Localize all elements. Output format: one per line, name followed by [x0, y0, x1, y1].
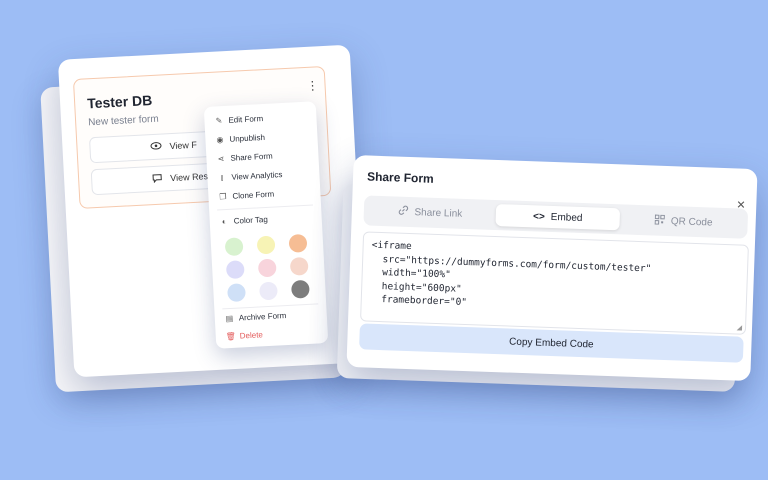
- menu-item-label: View Analytics: [231, 170, 283, 182]
- palette-icon: ◐: [221, 217, 227, 227]
- form-title: Tester DB: [86, 91, 153, 112]
- embed-code: <iframe src="https://dummyforms.com/form…: [369, 239, 652, 309]
- edit-icon: ✎: [215, 116, 223, 126]
- menu-item-label: Edit Form: [228, 114, 264, 125]
- message-icon: [152, 173, 163, 185]
- color-swatch[interactable]: [289, 256, 309, 276]
- menu-item-view-analytics[interactable]: ⫾ View Analytics: [217, 170, 282, 182]
- resize-handle-icon[interactable]: ◢: [737, 323, 743, 331]
- menu-item-label: Unpublish: [229, 132, 266, 144]
- menu-divider: [222, 303, 319, 310]
- menu-divider: [217, 204, 314, 211]
- share-tabs: Share Link <> Embed QR Code: [363, 195, 749, 239]
- code-icon: <>: [532, 210, 545, 223]
- menu-item-label: Share Form: [230, 151, 273, 163]
- menu-item-edit-form[interactable]: ✎ Edit Form: [214, 114, 263, 126]
- color-swatch[interactable]: [258, 281, 278, 301]
- color-swatch[interactable]: [290, 279, 310, 299]
- copy-icon: ❐: [219, 192, 227, 202]
- menu-item-label: Archive Form: [238, 311, 287, 323]
- menu-item-label: Clone Form: [232, 189, 275, 201]
- tab-share-link[interactable]: Share Link: [370, 200, 491, 226]
- menu-item-archive-form[interactable]: ▤ Archive Form: [225, 311, 287, 324]
- embed-code-textarea[interactable]: <iframe src="https://dummyforms.com/form…: [360, 231, 749, 335]
- link-icon: [397, 205, 408, 219]
- menu-item-clone-form[interactable]: ❐ Clone Form: [218, 190, 274, 202]
- tab-label: Embed: [550, 211, 583, 224]
- menu-item-share-form[interactable]: ⋖ Share Form: [216, 151, 273, 164]
- color-swatch[interactable]: [257, 258, 277, 278]
- color-tag-label: Color Tag: [233, 214, 269, 226]
- tab-label: QR Code: [670, 215, 713, 229]
- view-form-label: View F: [169, 139, 198, 152]
- menu-item-color-tag: ◐ Color Tag: [220, 215, 268, 227]
- modal-title: Share Form: [366, 169, 434, 186]
- color-swatch[interactable]: [227, 283, 246, 303]
- menu-item-delete[interactable]: 🗑 Delete: [226, 330, 264, 341]
- color-swatch[interactable]: [288, 233, 308, 253]
- menu-item-unpublish[interactable]: ◉ Unpublish: [215, 133, 265, 145]
- view-responses-label: View Res: [169, 171, 209, 184]
- share-icon: ⋖: [217, 154, 225, 164]
- form-subtitle: New tester form: [87, 113, 159, 129]
- trash-icon: 🗑: [225, 331, 237, 342]
- analytics-icon: ⫾: [220, 173, 224, 183]
- share-form-modal: Share Form ✕ Share Link <> Embed QR Code…: [346, 155, 758, 381]
- eye-icon: [150, 142, 162, 153]
- more-options-icon[interactable]: ⋮: [306, 78, 319, 93]
- menu-item-label: Delete: [239, 330, 264, 341]
- tab-label: Share Link: [414, 206, 463, 220]
- tab-qr-code[interactable]: QR Code: [625, 209, 742, 235]
- tab-embed[interactable]: <> Embed: [495, 204, 621, 231]
- qr-code-icon: [654, 214, 666, 227]
- color-swatch[interactable]: [225, 260, 245, 280]
- archive-icon: ▤: [225, 313, 234, 324]
- eye-icon: ◉: [216, 135, 224, 145]
- form-options-menu: ✎ Edit Form ◉ Unpublish ⋖ Share Form ⫾ V…: [203, 101, 329, 349]
- color-swatch[interactable]: [256, 235, 276, 255]
- color-swatch[interactable]: [224, 237, 244, 257]
